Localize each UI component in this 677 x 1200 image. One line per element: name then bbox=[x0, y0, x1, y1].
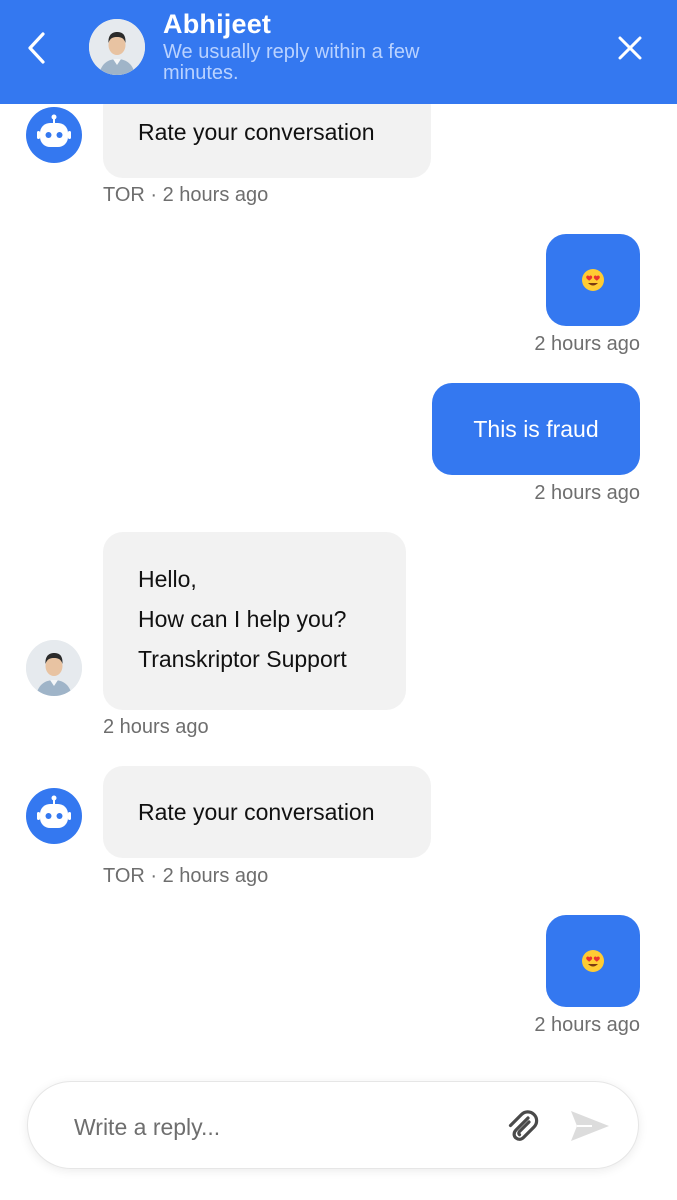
reply-composer bbox=[27, 1081, 639, 1169]
message-list: Rate your conversation TOR · 2 hours ago… bbox=[0, 0, 677, 1200]
agent-name: Abhijeet bbox=[163, 9, 272, 39]
person-avatar-icon bbox=[26, 640, 82, 696]
message-text: Rate your conversation bbox=[138, 119, 375, 145]
robot-icon bbox=[37, 795, 71, 828]
message-text: Rate your conversation bbox=[138, 799, 375, 825]
close-button[interactable] bbox=[610, 28, 650, 68]
message-bubble-incoming: Hello, How can I help you? Transkriptor … bbox=[103, 532, 406, 710]
bot-avatar bbox=[26, 107, 82, 163]
message-line: Hello, bbox=[138, 566, 197, 592]
agent-avatar bbox=[26, 640, 82, 696]
message-bubble-outgoing bbox=[546, 234, 640, 326]
message-meta: 2 hours ago bbox=[534, 1014, 640, 1036]
reply-time-subtitle: We usually reply within a few minutes. bbox=[163, 41, 420, 84]
paperclip-icon bbox=[508, 1110, 539, 1141]
message-meta: 2 hours ago bbox=[103, 716, 209, 738]
reply-input[interactable] bbox=[72, 1104, 476, 1150]
heart-eyes-emoji-icon bbox=[582, 269, 604, 291]
bot-avatar bbox=[26, 788, 82, 844]
message-meta: 2 hours ago bbox=[534, 482, 640, 504]
chevron-left-icon bbox=[28, 32, 45, 64]
close-icon bbox=[618, 36, 642, 60]
message-bubble-outgoing: This is fraud bbox=[432, 383, 640, 475]
message-meta: TOR · 2 hours ago bbox=[103, 184, 269, 206]
send-button[interactable] bbox=[568, 1106, 612, 1146]
heart-eyes-emoji-icon bbox=[582, 950, 604, 972]
message-line: Transkriptor Support bbox=[138, 646, 347, 672]
message-bubble-incoming: Rate your conversation bbox=[103, 766, 431, 858]
attach-button[interactable] bbox=[502, 1106, 542, 1146]
person-avatar-icon bbox=[89, 19, 145, 75]
chat-header: Abhijeet We usually reply within a few m… bbox=[0, 0, 677, 104]
robot-icon bbox=[37, 114, 71, 147]
message-line: How can I help you? bbox=[138, 606, 347, 632]
back-button[interactable] bbox=[20, 28, 52, 68]
header-avatar bbox=[89, 19, 145, 75]
message-text: This is fraud bbox=[473, 415, 599, 442]
send-icon bbox=[571, 1111, 609, 1141]
message-bubble-outgoing bbox=[546, 915, 640, 1007]
message-meta: TOR · 2 hours ago bbox=[103, 865, 269, 887]
message-meta: 2 hours ago bbox=[534, 333, 640, 355]
